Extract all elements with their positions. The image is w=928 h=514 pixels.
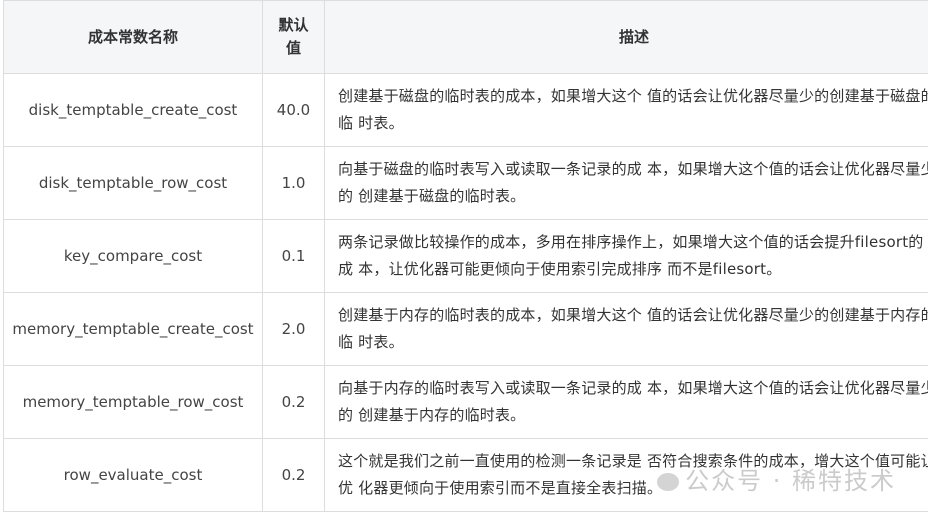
header-default-value: 默认 值 — [262, 0, 325, 74]
cell-constant-name: memory_temptable_row_cost — [3, 365, 263, 439]
table-header: 成本常数名称 默认 值 描述 — [3, 0, 928, 74]
cell-constant-name: row_evaluate_cost — [3, 438, 263, 512]
watermark: 公众号 · 稀特技术 — [657, 461, 896, 496]
cell-description: 创建基于内存的临时表的成本，如果增大这个 值的话会让优化器尽量少的创建基于内存的… — [324, 292, 928, 366]
cell-default-value: 0.2 — [262, 438, 325, 512]
header-constant-name: 成本常数名称 — [3, 0, 263, 74]
cell-description: 创建基于磁盘的临时表的成本，如果增大这个 值的话会让优化器尽量少的创建基于磁盘的… — [324, 73, 928, 147]
cell-description: 向基于磁盘的临时表写入或读取一条记录的成 本，如果增大这个值的话会让优化器尽量少… — [324, 146, 928, 220]
cell-constant-name: disk_temptable_create_cost — [3, 73, 263, 147]
table-body: disk_temptable_create_cost 40.0 创建基于磁盘的临… — [3, 73, 928, 512]
cell-default-value: 40.0 — [262, 73, 325, 147]
header-description-label: 描述 — [618, 27, 649, 46]
header-row: 成本常数名称 默认 值 描述 — [3, 0, 928, 74]
table-row: disk_temptable_row_cost 1.0 向基于磁盘的临时表写入或… — [3, 146, 928, 220]
header-default-value-line1: 默认 — [278, 16, 309, 34]
cell-default-value: 0.2 — [262, 365, 325, 439]
watermark-text: 公众号 · 稀特技术 — [685, 467, 896, 495]
cell-constant-name: memory_temptable_create_cost — [3, 292, 263, 366]
table-row: key_compare_cost 0.1 两条记录做比较操作的成本，多用在排序操… — [3, 219, 928, 293]
table-row: memory_temptable_row_cost 0.2 向基于内存的临时表写… — [3, 365, 928, 439]
table-row: disk_temptable_create_cost 40.0 创建基于磁盘的临… — [3, 73, 928, 147]
table-row: memory_temptable_create_cost 2.0 创建基于内存的… — [3, 292, 928, 366]
cost-constants-table: 成本常数名称 默认 值 描述 disk_temptable_create_cos… — [3, 0, 928, 512]
cell-constant-name: key_compare_cost — [3, 219, 263, 293]
cell-default-value: 2.0 — [262, 292, 325, 366]
cell-constant-name: disk_temptable_row_cost — [3, 146, 263, 220]
header-description: 描述 — [324, 0, 928, 74]
cell-description: 向基于内存的临时表写入或读取一条记录的成 本，如果增大这个值的话会让优化器尽量少… — [324, 365, 928, 439]
header-default-value-line2: 值 — [285, 39, 301, 57]
wechat-icon — [657, 473, 680, 491]
cell-default-value: 0.1 — [262, 219, 325, 293]
cell-default-value: 1.0 — [262, 146, 325, 220]
header-constant-name-label: 成本常数名称 — [87, 27, 178, 46]
cell-description: 两条记录做比较操作的成本，多用在排序操作上，如果增大这个值的话会提升fileso… — [324, 219, 928, 293]
